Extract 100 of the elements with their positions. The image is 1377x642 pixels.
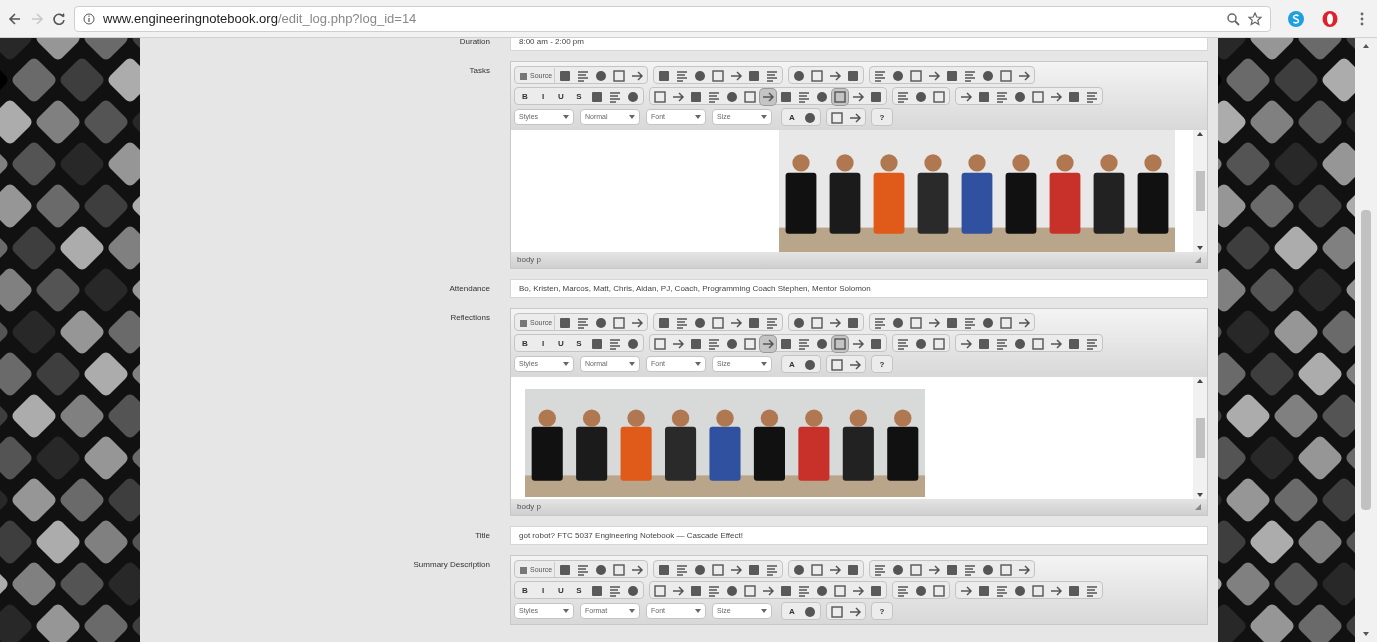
scroll-thumb[interactable] (1195, 418, 1205, 458)
editor-scrollbar[interactable] (1193, 377, 1207, 499)
extension-icon[interactable] (1287, 9, 1305, 28)
frame-icon[interactable] (908, 68, 925, 84)
frame-icon[interactable] (832, 336, 848, 352)
element-path[interactable]: body p (517, 501, 542, 513)
lines-icon[interactable] (895, 336, 911, 352)
lines-icon[interactable] (994, 336, 1010, 352)
square-icon[interactable] (976, 336, 992, 352)
frame-icon[interactable] (809, 315, 826, 331)
info-icon[interactable] (83, 12, 95, 25)
frame-icon[interactable] (832, 89, 848, 105)
circle-icon[interactable] (625, 336, 641, 352)
frame-icon[interactable] (611, 68, 628, 84)
circle-icon[interactable] (724, 583, 740, 599)
square-icon[interactable] (688, 336, 704, 352)
circle-icon[interactable] (802, 604, 818, 620)
circle-icon[interactable] (625, 583, 641, 599)
lines-icon[interactable] (1084, 89, 1100, 105)
frame-icon[interactable] (611, 315, 628, 331)
element-path[interactable]: body p (517, 254, 542, 266)
lines-icon[interactable] (1084, 336, 1100, 352)
frame-icon[interactable] (829, 357, 845, 373)
square-icon[interactable] (1066, 583, 1082, 599)
frame-icon[interactable] (832, 583, 848, 599)
frame-icon[interactable] (710, 562, 727, 578)
frame-icon[interactable] (742, 583, 758, 599)
circle-icon[interactable] (913, 89, 929, 105)
lines-icon[interactable] (796, 583, 812, 599)
frame-icon[interactable] (998, 68, 1015, 84)
lines-icon[interactable] (706, 583, 722, 599)
menu-icon[interactable] (1359, 10, 1365, 27)
square-icon[interactable] (868, 583, 884, 599)
square-icon[interactable] (1066, 336, 1082, 352)
reload-icon[interactable] (52, 11, 66, 26)
frame-icon[interactable] (1030, 89, 1046, 105)
arrow-icon[interactable] (760, 336, 776, 352)
lines-icon[interactable] (1084, 583, 1100, 599)
text-field[interactable]: got robot? FTC 5037 Engineering Notebook — Cascade Effect! (510, 526, 1208, 545)
toolbar-button[interactable]: I (535, 583, 551, 599)
circle-icon[interactable] (625, 89, 641, 105)
resize-handle-icon[interactable] (1195, 257, 1201, 263)
text-field[interactable]: 8:00 am - 2:00 pm (510, 38, 1208, 51)
scroll-down-icon[interactable] (1197, 493, 1203, 497)
lines-icon[interactable] (607, 583, 623, 599)
scrollbar[interactable] (1355, 38, 1377, 642)
lines-icon[interactable] (994, 89, 1010, 105)
toolbar-button[interactable]: U (553, 583, 569, 599)
square-icon[interactable] (589, 336, 605, 352)
frame-icon[interactable] (998, 315, 1015, 331)
square-icon[interactable] (778, 89, 794, 105)
frame-icon[interactable] (652, 89, 668, 105)
scroll-down-icon[interactable] (1197, 246, 1203, 250)
scroll-thumb[interactable] (1361, 210, 1371, 510)
scroll-down-icon[interactable] (1362, 630, 1370, 638)
lines-icon[interactable] (895, 583, 911, 599)
square-icon[interactable] (868, 89, 884, 105)
square-icon[interactable] (976, 583, 992, 599)
lines-icon[interactable] (607, 336, 623, 352)
frame-icon[interactable] (829, 604, 845, 620)
frame-icon[interactable] (710, 315, 727, 331)
lines-icon[interactable] (994, 583, 1010, 599)
editor-scrollbar[interactable] (1193, 130, 1207, 252)
square-icon[interactable] (688, 583, 704, 599)
bookmark-star-icon[interactable] (1248, 11, 1262, 26)
square-icon[interactable] (778, 583, 794, 599)
scroll-thumb[interactable] (1195, 171, 1205, 211)
scroll-up-icon[interactable] (1197, 132, 1203, 136)
frame-icon[interactable] (742, 89, 758, 105)
frame-icon[interactable] (829, 110, 845, 126)
lines-icon[interactable] (706, 336, 722, 352)
circle-icon[interactable] (913, 336, 929, 352)
circle-icon[interactable] (724, 336, 740, 352)
toolbar-button[interactable]: B (517, 336, 533, 352)
frame-icon[interactable] (1030, 583, 1046, 599)
frame-icon[interactable] (998, 562, 1015, 578)
circle-icon[interactable] (814, 583, 830, 599)
square-icon[interactable] (1066, 89, 1082, 105)
frame-icon[interactable] (809, 562, 826, 578)
toolbar-button[interactable]: S (571, 583, 587, 599)
square-icon[interactable] (589, 89, 605, 105)
toolbar-button[interactable]: U (553, 89, 569, 105)
back-icon[interactable] (8, 11, 22, 26)
text-field[interactable]: Bo, Kristen, Marcos, Matt, Chris, Aidan, PJ, Coach, Programming Coach Stephen, Mentor Solomon (510, 279, 1208, 298)
frame-icon[interactable] (611, 562, 628, 578)
circle-icon[interactable] (802, 110, 818, 126)
frame-icon[interactable] (931, 583, 947, 599)
frame-icon[interactable] (652, 583, 668, 599)
frame-icon[interactable] (908, 315, 925, 331)
circle-icon[interactable] (1012, 336, 1028, 352)
frame-icon[interactable] (908, 562, 925, 578)
lines-icon[interactable] (796, 89, 812, 105)
arrow-icon[interactable] (760, 89, 776, 105)
square-icon[interactable] (976, 89, 992, 105)
toolbar-button[interactable]: S (571, 336, 587, 352)
frame-icon[interactable] (809, 68, 826, 84)
circle-icon[interactable] (1012, 583, 1028, 599)
extension-icon[interactable] (1321, 9, 1339, 28)
search-icon[interactable] (1226, 11, 1240, 26)
circle-icon[interactable] (814, 89, 830, 105)
